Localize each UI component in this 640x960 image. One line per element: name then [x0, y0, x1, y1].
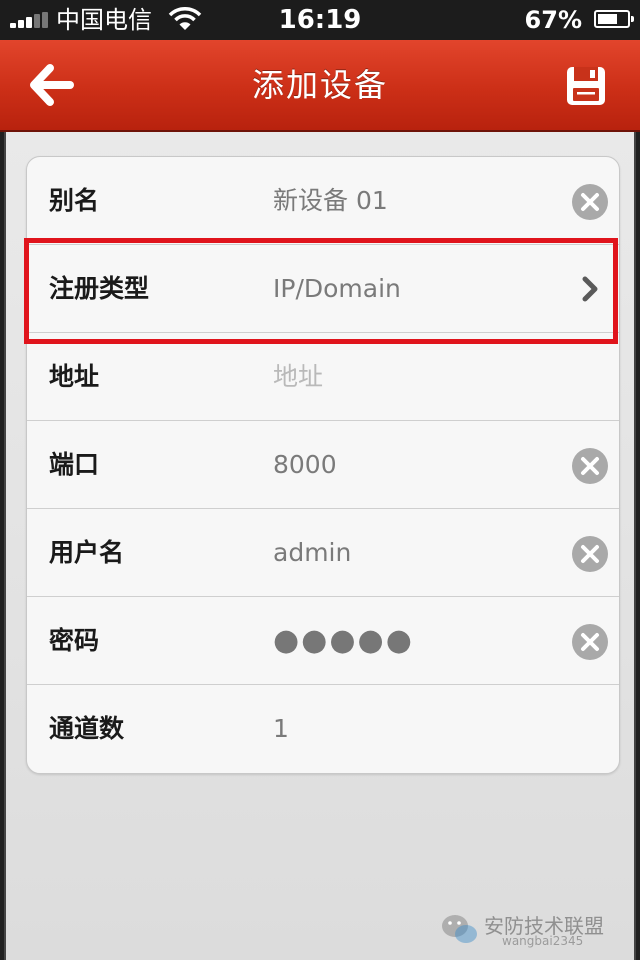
chevron-right-icon[interactable]: [579, 275, 601, 303]
registration-type-value[interactable]: IP/Domain: [273, 245, 401, 333]
port-row[interactable]: 端口 8000: [27, 421, 619, 509]
clear-icon[interactable]: [571, 535, 609, 573]
alias-label: 别名: [49, 186, 100, 215]
channel-count-label: 通道数: [49, 714, 125, 743]
watermark-id: wangbai2345: [502, 934, 584, 948]
watermark: 安防技术联盟 wangbai2345: [440, 908, 636, 954]
username-label: 用户名: [49, 538, 125, 567]
channel-count-row[interactable]: 通道数 1: [27, 685, 619, 773]
battery-percentage: 67%: [524, 6, 582, 34]
clear-icon[interactable]: [571, 183, 609, 221]
address-label: 地址: [49, 362, 100, 391]
wechat-logo-icon: [442, 915, 477, 943]
port-label: 端口: [49, 450, 100, 479]
page-title: 添加设备: [251, 66, 388, 104]
alias-row[interactable]: 别名 新设备 01: [27, 157, 619, 245]
floppy-disk-icon[interactable]: [564, 64, 608, 108]
registration-type-row[interactable]: 注册类型 IP/Domain: [27, 245, 619, 333]
status-bar: 中国电信 16:19 67%: [0, 0, 640, 40]
content-area: 别名 新设备 01 注册类型 IP/Domain 地址 地址 端口 8000 用…: [4, 132, 636, 960]
username-row[interactable]: 用户名 admin: [27, 509, 619, 597]
device-form: 别名 新设备 01 注册类型 IP/Domain 地址 地址 端口 8000 用…: [26, 156, 620, 774]
username-input[interactable]: admin: [273, 509, 351, 597]
navigation-bar: 添加设备: [0, 40, 640, 132]
password-input[interactable]: ●●●●●: [273, 597, 414, 685]
password-label: 密码: [49, 626, 100, 655]
clear-icon[interactable]: [571, 447, 609, 485]
registration-type-label: 注册类型: [49, 274, 150, 303]
address-row[interactable]: 地址 地址: [27, 333, 619, 421]
clear-icon[interactable]: [571, 623, 609, 661]
port-input[interactable]: 8000: [273, 421, 337, 509]
channel-count-value[interactable]: 1: [273, 685, 289, 773]
alias-input[interactable]: 新设备 01: [273, 157, 388, 245]
address-input[interactable]: 地址: [273, 333, 323, 421]
battery-icon: [594, 10, 634, 28]
password-row[interactable]: 密码 ●●●●●: [27, 597, 619, 685]
